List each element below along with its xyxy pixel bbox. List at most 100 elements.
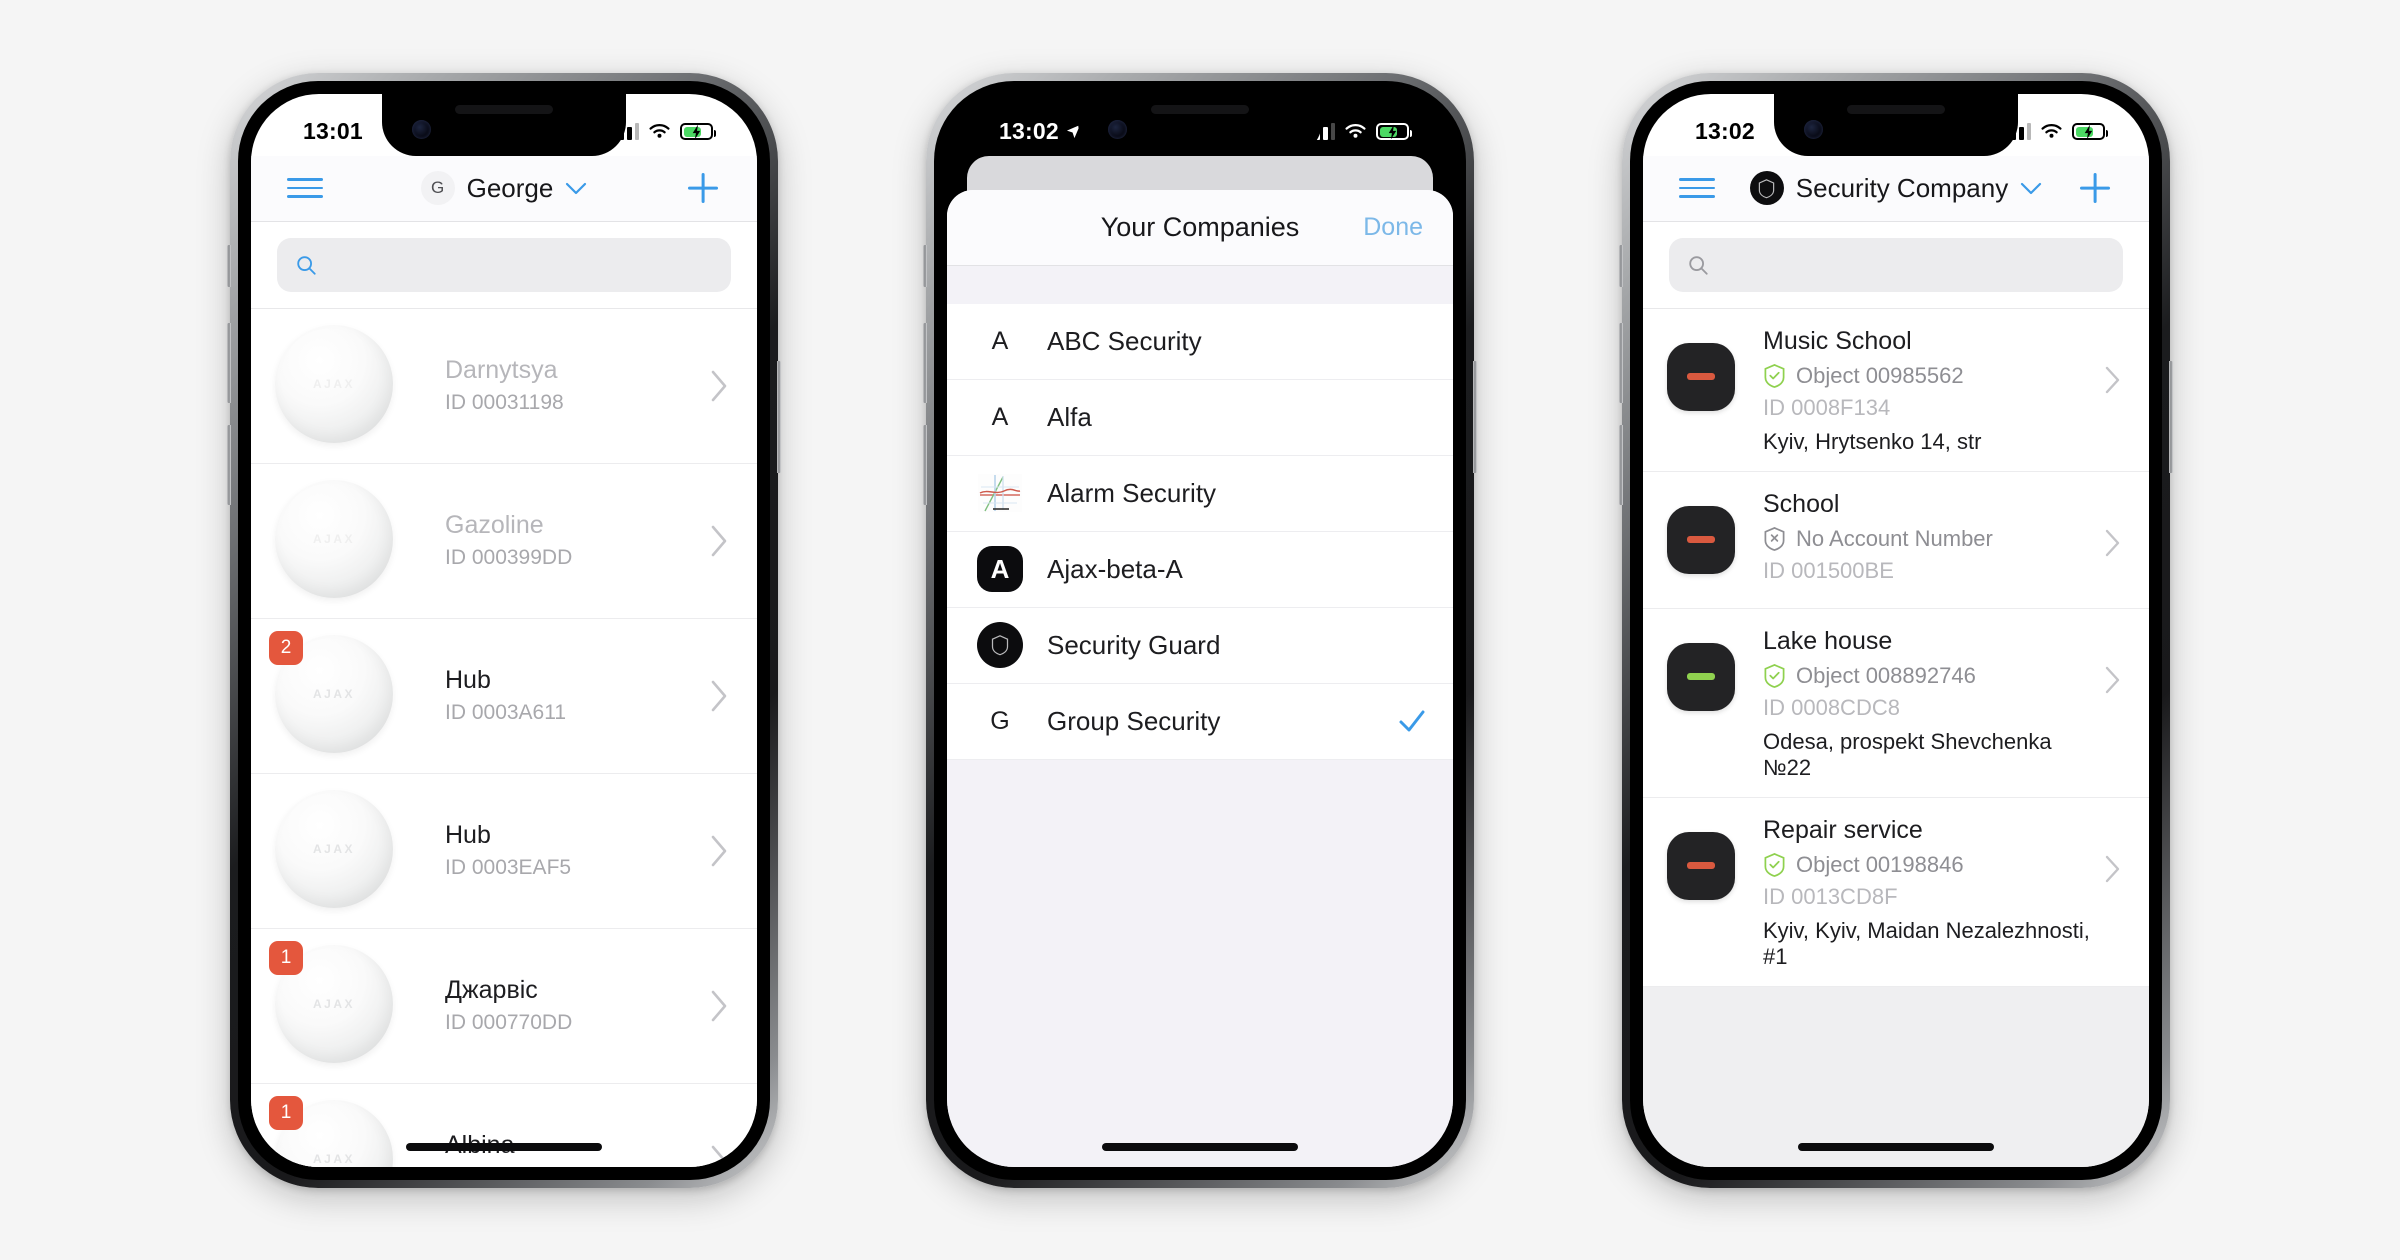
company-list-item[interactable]: A Alfa [947, 380, 1453, 456]
hub-list-item[interactable]: 2 AJAX Hub ID 0003A611 [251, 619, 757, 774]
object-status-row: Object 00198846 [1763, 852, 2103, 878]
silent-switch[interactable] [227, 244, 231, 287]
hub-list-item[interactable]: AJAX Hub ID 0003EAF5 [251, 774, 757, 929]
company-list-item[interactable]: A ABC Security [947, 304, 1453, 380]
phone-1-screen: 13:01 G George AJAX Darnytsya ID 0003119… [251, 93, 757, 1167]
earpiece-speaker [1151, 104, 1249, 114]
nav-title-group[interactable]: Security Company [1715, 171, 2077, 205]
volume-up-button[interactable] [923, 322, 927, 403]
company-list-item[interactable]: Security Guard [947, 608, 1453, 684]
volume-up-button[interactable] [227, 322, 231, 403]
chevron-right-icon [2105, 529, 2120, 556]
hub-info: Gazoline ID 000399DD [403, 511, 703, 570]
search-input[interactable] [1669, 237, 2123, 292]
volume-down-button[interactable] [1619, 424, 1623, 505]
hub-name: Darnytsya [445, 356, 558, 384]
home-indicator[interactable] [1798, 1142, 1994, 1151]
silent-switch[interactable] [1619, 244, 1623, 287]
company-list-item[interactable]: G Group Security [947, 684, 1453, 760]
hub-brand-label: AJAX [312, 1151, 355, 1166]
phone-3-screen: 13:02 Security Company Music School Obje… [1643, 93, 2149, 1167]
search-icon [297, 255, 316, 275]
search-input[interactable] [277, 237, 731, 292]
phone-2: 13:02 Your Companies Done A ABC Security… [923, 72, 1477, 1188]
hub-info: Hub ID 0003A611 [403, 666, 703, 725]
phone-2-screen: 13:02 Your Companies Done A ABC Security… [947, 93, 1453, 1167]
sheet-empty-area [947, 759, 1453, 1167]
charging-bolt-icon [1388, 124, 1396, 139]
volume-down-button[interactable] [227, 424, 231, 505]
hub-name: Hub [445, 821, 491, 849]
object-status-text: Object 00198846 [1796, 851, 1964, 877]
object-info: Lake house Object 008892746 ID 0008CDC8 Ode… [1735, 625, 2103, 781]
search-text-field[interactable] [1721, 251, 2105, 278]
volume-down-button[interactable] [923, 424, 927, 505]
search-text-field[interactable] [329, 251, 713, 278]
object-list-item[interactable]: School No Account Number ID 001500BE [1643, 471, 2149, 609]
hub-brand-label: AJAX [312, 531, 355, 546]
hub-name: Hub [445, 666, 491, 694]
company-icon [969, 622, 1031, 668]
chevron-down-icon[interactable] [565, 182, 587, 195]
hub-info: Джарвіс ID 000770DD [403, 976, 703, 1035]
hub-list-item[interactable]: AJAX Gazoline ID 000399DD [251, 464, 757, 619]
phone-1: 13:01 G George AJAX Darnytsya ID 0003119… [227, 72, 781, 1188]
hub-thumbnail-wrap: AJAX [275, 789, 397, 912]
company-list-item[interactable]: A Ajax-beta-A [947, 532, 1453, 608]
hamburger-icon[interactable] [287, 178, 323, 198]
silent-switch[interactable] [923, 244, 927, 287]
object-list-item[interactable]: Lake house Object 008892746 ID 0008CDC8 Ode… [1643, 608, 2149, 798]
object-name: School [1763, 489, 1840, 518]
charging-bolt-icon [692, 124, 700, 139]
hub-id: ID 00031198 [445, 391, 564, 414]
empty-area [1643, 986, 2149, 1167]
hub-list-item[interactable]: 1 AJAX Джарвіс ID 000770DD [251, 929, 757, 1084]
hub-thumbnail-wrap: 1 AJAX [269, 940, 397, 1067]
wifi-icon [649, 124, 670, 138]
company-list-item[interactable]: Alarm Security [947, 456, 1453, 532]
home-indicator[interactable] [406, 1142, 602, 1151]
object-name: Music School [1763, 326, 1912, 355]
shield-glyph [1759, 178, 1775, 198]
hamburger-icon[interactable] [1679, 178, 1715, 198]
device-status-indicator [1687, 536, 1715, 543]
volume-up-button[interactable] [1619, 322, 1623, 403]
power-button[interactable] [777, 360, 781, 473]
object-list-item[interactable]: Repair service Object 00198846 ID 0013CD8F… [1643, 797, 2149, 987]
device-status-indicator [1687, 673, 1715, 680]
hub-device-image: AJAX [275, 324, 393, 443]
hub-list-item[interactable]: 1AJAXAlbinaID 000772B9 [251, 1084, 757, 1167]
notch [1774, 93, 2018, 156]
screenshot-stage: 13:01 G George AJAX Darnytsya ID 0003119… [0, 0, 2400, 1260]
checkmark-icon [1399, 710, 1425, 732]
hub-thumbnail-wrap: AJAX [275, 479, 397, 602]
notification-badge: 2 [269, 630, 303, 665]
search-container [251, 221, 757, 309]
power-button[interactable] [2169, 360, 2173, 473]
ajax-logo-icon: A [977, 546, 1023, 592]
add-button[interactable] [2077, 170, 2113, 206]
hub-info: Hub ID 0003EAF5 [403, 821, 703, 880]
earpiece-speaker [455, 104, 553, 114]
phone-3-bezel: 13:02 Security Company Music School Obje… [1630, 80, 2162, 1180]
search-icon [1689, 255, 1708, 275]
hub-list-item[interactable]: AJAX Darnytsya ID 00031198 [251, 309, 757, 464]
done-button[interactable]: Done [1363, 213, 1423, 242]
shield-logo-icon [1749, 171, 1784, 205]
chevron-down-icon[interactable] [2020, 182, 2042, 195]
add-button[interactable] [685, 170, 721, 206]
charging-bolt-icon [2084, 124, 2092, 139]
hub-info: Darnytsya ID 00031198 [403, 356, 703, 415]
earpiece-speaker [1847, 104, 1945, 114]
home-indicator[interactable] [1102, 1142, 1298, 1151]
object-name: Repair service [1763, 815, 1923, 844]
nav-title-group[interactable]: G George [323, 171, 685, 205]
power-button[interactable] [1473, 360, 1477, 473]
sheet-title: Your Companies [1100, 211, 1300, 242]
object-id: ID 001500BE [1763, 557, 1894, 583]
object-status-text: No Account Number [1796, 525, 1993, 551]
object-list-item[interactable]: Music School Object 00985562 ID 0008F134 Ky… [1643, 308, 2149, 472]
object-id: ID 0008CDC8 [1763, 694, 1900, 720]
notification-badge: 1 [269, 940, 303, 975]
hub-thumbnail-wrap: AJAX [275, 324, 397, 447]
